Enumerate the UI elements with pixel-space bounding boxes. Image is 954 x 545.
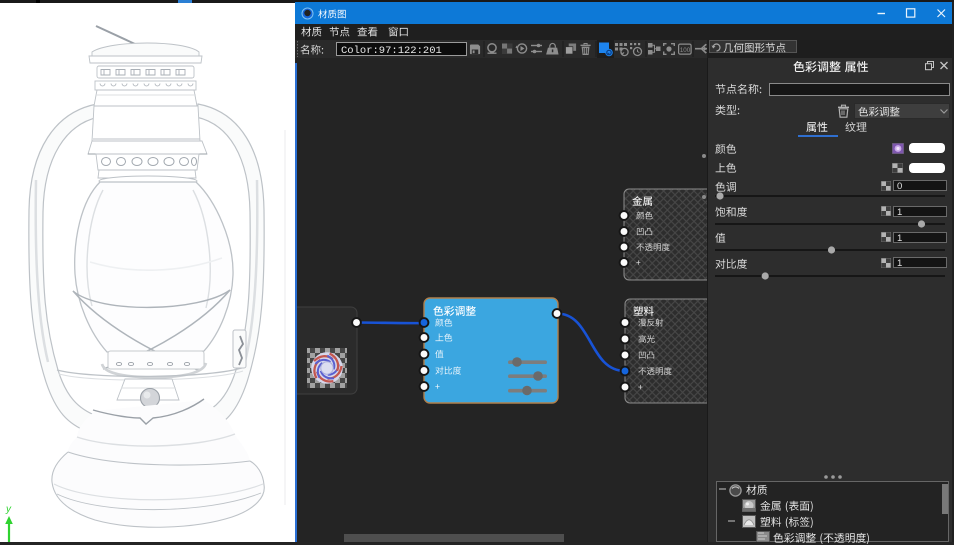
- svg-text:100: 100: [680, 47, 691, 54]
- svg-text:y: y: [5, 504, 12, 515]
